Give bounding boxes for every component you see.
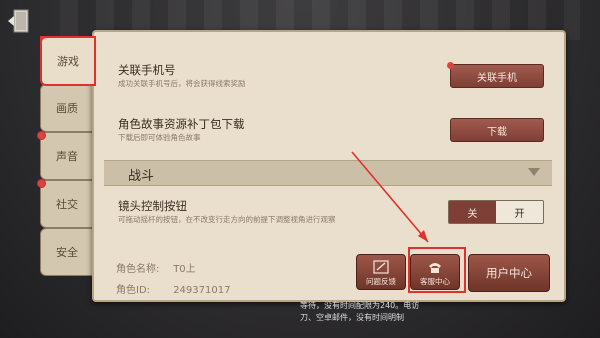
download-button[interactable]: 下载	[450, 118, 544, 142]
setting-desc: 成功关联手机号后，将会获得线索奖励	[118, 79, 246, 88]
setting-title: 关联手机号	[118, 63, 176, 77]
setting-title: 角色故事资源补丁包下载	[118, 117, 245, 131]
settings-list: 关联手机号 成功关联手机号后，将会获得线索奖励 关联手机 角色故事资源补丁包下载…	[104, 40, 552, 226]
toggle-off[interactable]: 关	[449, 201, 496, 223]
button-label: 关联手机	[477, 72, 517, 84]
section-header-combat[interactable]: 战斗	[104, 160, 552, 186]
exit-door-icon[interactable]	[6, 8, 34, 34]
button-label: 下载	[487, 126, 507, 138]
tab-sound[interactable]: 声音	[37, 131, 94, 180]
tab-label: 声音	[56, 150, 78, 163]
camera-toggle[interactable]: 关 开	[448, 200, 544, 224]
role-name-value: T0上	[173, 264, 196, 275]
notification-dot	[37, 131, 46, 140]
user-center-button[interactable]: 用户中心	[468, 254, 550, 292]
bottom-background-text: 等待，没有时间配限为240。电访 刀、空卓邮件，没有时间明制	[300, 300, 419, 324]
settings-panel: 关联手机号 成功关联手机号后，将会获得线索奖励 关联手机 角色故事资源补丁包下载…	[92, 30, 566, 302]
tab-label: 游戏	[57, 55, 79, 68]
tab-label: 安全	[56, 246, 78, 259]
link-phone-button[interactable]: 关联手机	[447, 62, 544, 88]
toggle-on[interactable]: 开	[496, 201, 543, 223]
pencil-icon	[373, 260, 389, 274]
setting-desc: 下载后即可体验角色故事	[118, 133, 201, 142]
role-info: 角色名称: T0上 角色ID: 249371017	[116, 260, 230, 296]
section-title: 战斗	[128, 169, 155, 184]
note-line: 等待，没有时间配限为240。电访	[300, 301, 420, 310]
highlight-box-service	[408, 247, 466, 293]
note-line: 刀、空卓邮件，没有时间明制	[300, 313, 404, 322]
tab-label: 画质	[56, 102, 78, 115]
notification-dot	[37, 179, 46, 188]
caret-down-icon	[528, 168, 540, 176]
tab-security[interactable]: 安全	[40, 228, 94, 276]
role-id-label: 角色ID:	[116, 285, 151, 296]
tab-graphics[interactable]: 画质	[40, 84, 94, 132]
role-id-value: 249371017	[173, 285, 231, 296]
button-label: 问题反馈	[366, 277, 396, 286]
role-name-label: 角色名称:	[116, 264, 160, 275]
setting-title: 镜头控制按钮	[118, 199, 187, 213]
tab-social[interactable]: 社交	[37, 179, 94, 228]
setting-desc: 可拖动摇杆的按钮，在不改变行走方向的前提下调整视角进行观察	[118, 215, 336, 224]
tab-label: 社交	[56, 198, 78, 211]
notification-dot	[447, 62, 454, 69]
feedback-button[interactable]: 问题反馈	[356, 254, 406, 290]
tab-game[interactable]: 游戏	[40, 36, 96, 86]
button-label: 用户中心	[486, 266, 532, 280]
